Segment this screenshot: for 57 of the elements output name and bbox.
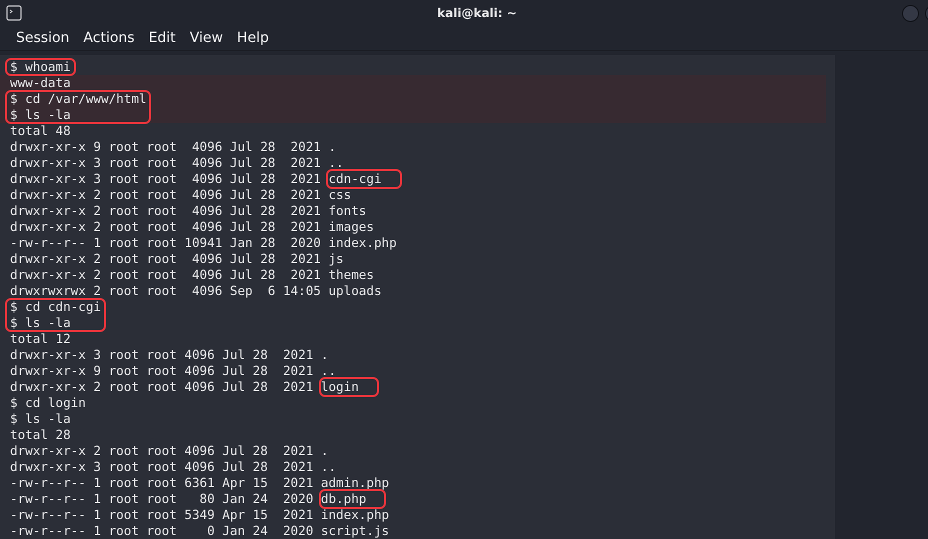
terminal-line: $ ls -la bbox=[10, 315, 71, 331]
file-name: .. bbox=[320, 363, 336, 379]
file-name: css bbox=[328, 187, 352, 203]
file-name: . bbox=[328, 139, 336, 155]
file-name: . bbox=[320, 443, 328, 459]
file-name: script.js bbox=[320, 523, 390, 539]
terminal-line: drwxr-xr-x 2 root root 4096 Jul 28 2021 bbox=[10, 187, 322, 203]
terminal-line: total 28 bbox=[10, 427, 71, 443]
window-title: kali@kali: ~ bbox=[437, 6, 517, 20]
terminal-line: $ ls -la bbox=[10, 107, 71, 123]
file-name: admin.php bbox=[320, 475, 390, 491]
file-name: themes bbox=[328, 267, 374, 283]
terminal-line: -rw-r--r-- 1 root root 80 Jan 24 2020 bbox=[10, 491, 314, 507]
terminal-line: -rw-r--r-- 1 root root 6361 Apr 15 2021 bbox=[10, 475, 314, 491]
terminal-line: -rw-r--r-- 1 root root 5349 Apr 15 2021 bbox=[10, 507, 314, 523]
terminal-line: drwxr-xr-x 3 root root 4096 Jul 28 2021 bbox=[10, 347, 314, 363]
file-name: uploads bbox=[328, 283, 382, 299]
terminal-line: drwxr-xr-x 9 root root 4096 Jul 28 2021 bbox=[10, 363, 314, 379]
file-name: .. bbox=[320, 459, 336, 475]
terminal-line: $ cd cdn-cgi bbox=[10, 299, 101, 315]
file-name: fonts bbox=[328, 203, 366, 219]
highlight-box: login bbox=[320, 379, 377, 395]
terminal-line: -rw-r--r-- 1 root root 10941 Jan 28 2020 bbox=[10, 235, 322, 251]
terminal-line: drwxr-xr-x 2 root root 4096 Jul 28 2021 bbox=[10, 203, 322, 219]
terminal-line: drwxr-xr-x 3 root root 4096 Jul 28 2021 bbox=[10, 171, 322, 187]
file-name: .. bbox=[328, 155, 344, 171]
terminal-line: drwxr-xr-x 2 root root 4096 Jul 28 2021 bbox=[10, 251, 322, 267]
terminal-line: www-data bbox=[10, 75, 71, 91]
highlight-box: cdn-cgi bbox=[328, 171, 400, 187]
file-name: index.php bbox=[320, 507, 390, 523]
terminal-line: drwxr-xr-x 3 root root 4096 Jul 28 2021 bbox=[10, 459, 314, 475]
menu-item[interactable]: Edit bbox=[148, 30, 176, 46]
terminal-line: -rw-r--r-- 1 root root 0 Jan 24 2020 bbox=[10, 523, 314, 539]
terminal-line: $ cd /var/www/html bbox=[10, 91, 146, 107]
minimize-button[interactable] bbox=[902, 4, 919, 22]
menu-item[interactable]: Actions bbox=[83, 30, 135, 46]
file-name: js bbox=[328, 251, 344, 267]
file-name: images bbox=[328, 219, 374, 235]
terminal-line: drwxrwxrwx 2 root root 4096 Sep 6 14:05 bbox=[10, 283, 322, 299]
terminal-line: drwxr-xr-x 2 root root 4096 Jul 28 2021 bbox=[10, 443, 314, 459]
menu-item[interactable]: Help bbox=[236, 30, 269, 46]
highlight-box: db.php bbox=[320, 491, 384, 507]
terminal-line: drwxr-xr-x 2 root root 4096 Jul 28 2021 bbox=[10, 267, 322, 283]
terminal-line: drwxr-xr-x 9 root root 4096 Jul 28 2021 bbox=[10, 139, 322, 155]
terminal-icon bbox=[6, 5, 22, 22]
terminal-line: $ whoami bbox=[10, 59, 71, 75]
terminal-line: total 48 bbox=[10, 123, 71, 139]
terminal-line: drwxr-xr-x 2 root root 4096 Jul 28 2021 bbox=[10, 379, 314, 395]
terminal-line: total 12 bbox=[10, 331, 71, 347]
terminal-line: $ ls -la bbox=[10, 411, 71, 427]
terminal-line: drwxr-xr-x 2 root root 4096 Jul 28 2021 bbox=[10, 219, 322, 235]
menu-item[interactable]: Session bbox=[16, 30, 70, 46]
file-name: index.php bbox=[328, 235, 397, 251]
terminal-line: $ cd login bbox=[10, 395, 86, 411]
terminal-line: drwxr-xr-x 3 root root 4096 Jul 28 2021 bbox=[10, 155, 322, 171]
menu-item[interactable]: View bbox=[190, 30, 223, 46]
file-name: . bbox=[320, 347, 328, 363]
